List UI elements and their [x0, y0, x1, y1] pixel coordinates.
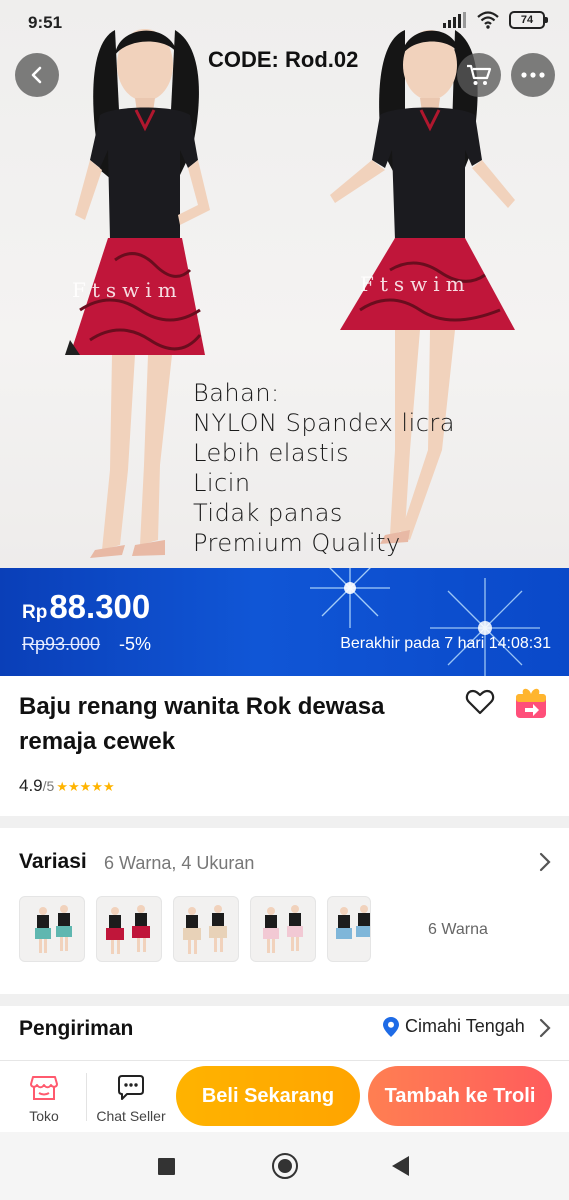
chevron-right-icon[interactable] [538, 1017, 552, 1039]
heart-icon[interactable] [465, 687, 495, 717]
variation-thumbnail[interactable] [96, 896, 162, 962]
signal-icon [443, 12, 466, 28]
discount-badge: -5% [119, 634, 152, 654]
chat-icon [118, 1075, 144, 1100]
more-options-button[interactable] [511, 53, 555, 97]
current-price: Rp 88.300 [22, 588, 150, 626]
variation-section[interactable]: Variasi 6 Warna, 4 Ukuran 6 Warna [0, 828, 569, 994]
chat-seller-label: Chat Seller [96, 1108, 166, 1124]
store-label: Toko [29, 1108, 59, 1124]
shipping-location-label: Cimahi Tengah [405, 1016, 525, 1036]
status-bar: 9:51 74 [0, 0, 569, 44]
product-title: Baju renang wanita Rok dewasa remaja cew… [19, 693, 385, 755]
shipping-title: Pengiriman [19, 1017, 134, 1040]
bottom-action-bar: Toko Chat Seller Beli Sekarang Tambah ke… [0, 1060, 569, 1132]
shipping-location[interactable]: Cimahi Tengah [383, 1016, 525, 1037]
rating-max: /5 [42, 778, 55, 794]
variation-thumbnail[interactable] [19, 896, 85, 962]
recent-apps-icon[interactable] [158, 1158, 175, 1175]
watermark-right: Ftswim [360, 272, 471, 296]
store-button[interactable]: Toko [22, 1075, 66, 1124]
battery-indicator: 74 [509, 11, 548, 29]
more-dots-icon [521, 72, 545, 78]
variation-thumbnail[interactable] [250, 896, 316, 962]
home-icon[interactable] [272, 1153, 298, 1179]
original-price: Rp93.000 [22, 634, 101, 654]
variation-title: Variasi [19, 850, 87, 873]
watermark-left: Ftswim [72, 278, 183, 302]
material-line: NYLON Spandex licra [193, 409, 456, 437]
flash-price-banner: Rp 88.300 Rp93.000 -5% Berakhir pada 7 h… [0, 568, 569, 676]
material-line: Tidak panas [193, 499, 343, 527]
promo-end-countdown: Berakhir pada 7 hari 14:08:31 [340, 635, 551, 652]
material-line: Bahan: [193, 379, 280, 407]
variation-thumbnails [19, 896, 371, 962]
firework-decoration [430, 578, 540, 676]
material-info-text: Bahan: NYLON Spandex licra Lebih elastis… [193, 378, 455, 558]
star-rating-icon: ★★★★★ [56, 779, 115, 794]
status-icons: 74 [443, 11, 548, 29]
store-icon [30, 1076, 58, 1100]
variation-color-count[interactable]: 6 Warna [428, 921, 488, 939]
product-title-card: Baju renang wanita Rok dewasa remaja cew… [0, 676, 569, 816]
system-navigation-bar [0, 1132, 569, 1200]
share-gift-icon[interactable] [513, 684, 549, 720]
variation-summary: 6 Warna, 4 Ukuran [104, 853, 255, 873]
variation-thumbnail[interactable] [327, 896, 371, 962]
shipping-section[interactable]: Pengiriman Cimahi Tengah [0, 1006, 569, 1060]
chat-seller-button[interactable]: Chat Seller [94, 1075, 168, 1124]
status-time: 9:51 [28, 13, 63, 32]
material-line: Licin [193, 469, 251, 497]
firework-decoration [310, 568, 390, 628]
chevron-right-icon[interactable] [538, 851, 552, 873]
divider [86, 1073, 87, 1121]
add-to-cart-button[interactable]: Tambah ke Troli [368, 1066, 552, 1126]
rating-value: 4.9 [19, 776, 43, 795]
system-back-icon[interactable] [392, 1156, 409, 1176]
product-code-label: CODE: Rod.02 [208, 47, 359, 72]
material-line: Lebih elastis [193, 439, 350, 467]
location-pin-icon [383, 1016, 399, 1037]
rating: 4.9 /5 ★★★★★ [19, 776, 115, 796]
price-value: 88.300 [49, 588, 151, 625]
back-arrow-icon [31, 66, 42, 84]
back-button[interactable] [15, 53, 59, 97]
wifi-icon [477, 11, 499, 29]
cart-button[interactable] [457, 53, 501, 97]
price-currency: Rp [22, 602, 48, 623]
product-image[interactable]: Ftswim Ftswim Bahan: NYLON Spandex licra… [0, 0, 569, 568]
shopping-cart-icon [467, 64, 492, 85]
variation-thumbnail[interactable] [173, 896, 239, 962]
buy-now-button[interactable]: Beli Sekarang [176, 1066, 360, 1126]
material-line: Premium Quality [193, 529, 401, 557]
